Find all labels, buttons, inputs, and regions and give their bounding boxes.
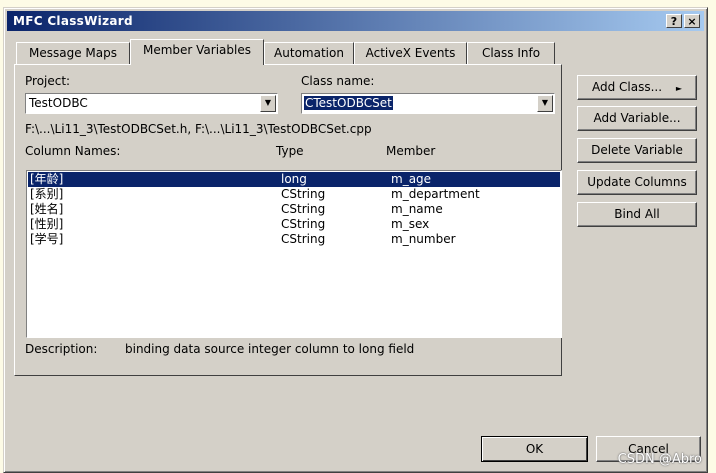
column-type: CString <box>281 217 326 231</box>
column-name: [性别] <box>30 217 64 231</box>
project-value: TestODBC <box>29 96 88 110</box>
add-variable-button[interactable]: Add Variable... <box>577 106 697 131</box>
column-name: [姓名] <box>30 202 64 216</box>
tab-message-maps[interactable]: Message Maps <box>16 42 130 64</box>
classwizard-dialog: MFC ClassWizard ? × Message Maps Member … <box>3 7 708 473</box>
column-name: [学号] <box>30 232 64 246</box>
column-name: [年龄] <box>30 172 64 186</box>
column-type: long <box>281 172 307 186</box>
column-names-header: Column Names: <box>25 144 121 158</box>
column-type: CString <box>281 187 326 201</box>
member-variables-list[interactable]: [年龄] long m_age [系别] CString m_departmen… <box>26 170 562 338</box>
close-button[interactable]: × <box>684 14 700 28</box>
class-name-combo[interactable]: CTestODBCSet ▼ <box>301 93 555 114</box>
class-name-value: CTestODBCSet <box>304 96 393 110</box>
project-combo[interactable]: TestODBC ▼ <box>25 93 278 114</box>
column-name: [系别] <box>30 187 64 201</box>
delete-variable-button[interactable]: Delete Variable <box>577 138 697 163</box>
project-label: Project: <box>25 74 71 88</box>
title-bar[interactable]: MFC ClassWizard ? × <box>7 11 704 31</box>
column-member: m_department <box>391 187 480 201</box>
description-label: Description: <box>25 342 98 356</box>
column-member: m_age <box>391 172 432 186</box>
add-class-label: Add Class... <box>591 80 663 94</box>
chevron-down-icon[interactable]: ▼ <box>537 95 553 112</box>
update-columns-button[interactable]: Update Columns <box>577 170 697 195</box>
list-item[interactable]: [姓名] CString m_name <box>28 202 560 217</box>
watermark: CSDN @Abro <box>617 452 702 467</box>
tab-member-variables[interactable]: Member Variables <box>130 39 264 65</box>
tab-activex-events[interactable]: ActiveX Events <box>354 42 467 64</box>
tab-automation[interactable]: Automation <box>264 42 354 64</box>
column-member: m_number <box>391 232 456 246</box>
column-type: CString <box>281 202 326 216</box>
column-type: CString <box>281 232 326 246</box>
class-name-label: Class name: <box>301 74 375 88</box>
add-class-button[interactable]: Add Class... ► <box>577 75 697 100</box>
bind-all-button[interactable]: Bind All <box>577 202 697 227</box>
tab-strip: Message Maps Member Variables Automation… <box>14 39 564 65</box>
chevron-down-icon[interactable]: ▼ <box>260 95 276 112</box>
file-path: F:\...\Li11_3\TestODBCSet.h, F:\...\Li11… <box>25 122 372 136</box>
member-header: Member <box>386 144 436 158</box>
ok-button[interactable]: OK <box>481 436 588 462</box>
help-button[interactable]: ? <box>666 14 682 28</box>
tab-class-info[interactable]: Class Info <box>467 42 555 64</box>
description-text: binding data source integer column to lo… <box>125 342 415 356</box>
column-member: m_sex <box>391 217 430 231</box>
window-title: MFC ClassWizard <box>13 14 133 28</box>
list-item[interactable]: [年龄] long m_age <box>28 172 560 187</box>
list-item[interactable]: [学号] CString m_number <box>28 232 560 247</box>
column-member: m_name <box>391 202 443 216</box>
list-item[interactable]: [系别] CString m_department <box>28 187 560 202</box>
chevron-right-icon: ► <box>675 84 683 93</box>
type-header: Type <box>276 144 304 158</box>
list-item[interactable]: [性别] CString m_sex <box>28 217 560 232</box>
